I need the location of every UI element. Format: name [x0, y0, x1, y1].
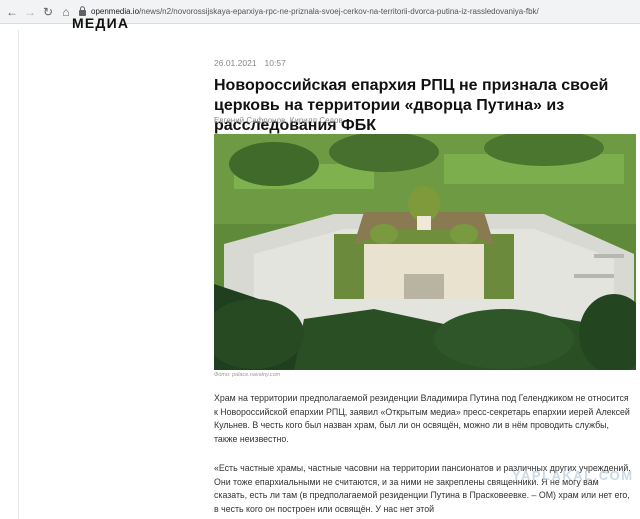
- url-path: /news/n2/novorossijskaya-eparxiya-rpc-ne…: [139, 7, 539, 16]
- article-time: 10:57: [264, 58, 286, 68]
- article-paragraph: Храм на территории предполагаемой резиде…: [214, 393, 630, 444]
- site-logo[interactable]: МЕДИА: [72, 16, 129, 30]
- forward-arrow-icon[interactable]: →: [22, 4, 38, 20]
- back-arrow-icon[interactable]: ←: [4, 4, 20, 20]
- address-bar[interactable]: openmedia.io/news/n2/novorossijskaya-epa…: [91, 5, 631, 18]
- photo-credit: Фото: palace.navalny.com: [214, 372, 281, 378]
- article-dateline: 26.01.2021 10:57: [214, 58, 294, 68]
- article-photo: [214, 134, 636, 370]
- reload-icon[interactable]: ↻: [40, 4, 56, 20]
- article-authors[interactable]: Евгений Сафронов, Кирилл Седов: [214, 116, 343, 125]
- article-date: 26.01.2021: [214, 58, 257, 68]
- divider: [18, 30, 19, 519]
- watermark: YAPLAKAL.COM: [512, 468, 634, 483]
- article-title: Новороссийская епархия РПЦ не признала с…: [214, 77, 609, 134]
